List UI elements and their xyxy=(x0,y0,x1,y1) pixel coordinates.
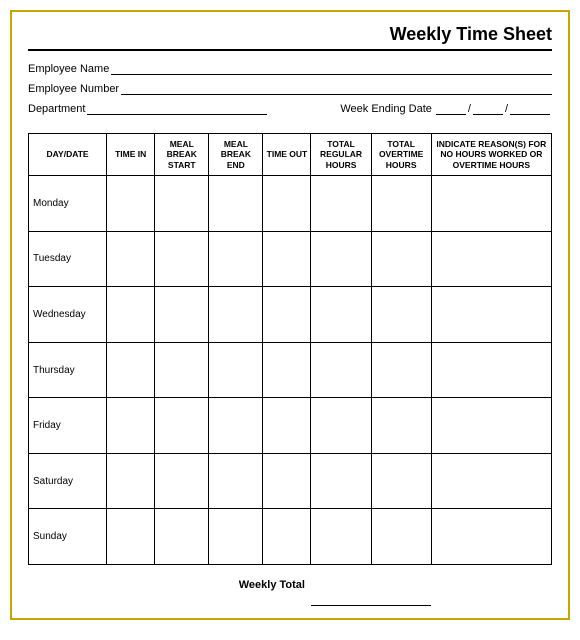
employee-number-label: Employee Number xyxy=(28,83,119,95)
data-cell[interactable] xyxy=(311,398,371,454)
data-cell[interactable] xyxy=(107,509,155,565)
table-row: Saturday xyxy=(29,453,552,509)
title-divider xyxy=(28,49,552,51)
data-cell[interactable] xyxy=(371,342,431,398)
date-separator-2: / xyxy=(505,103,508,115)
table-header-row: DAY/DATE TIME IN MEAL BREAK START MEAL B… xyxy=(29,134,552,176)
data-cell[interactable] xyxy=(311,287,371,343)
data-cell[interactable] xyxy=(311,509,371,565)
table-row: Monday xyxy=(29,176,552,232)
header-time-in: TIME IN xyxy=(107,134,155,176)
data-cell[interactable] xyxy=(209,231,263,287)
weekly-total-regular[interactable] xyxy=(311,565,371,606)
data-cell[interactable] xyxy=(263,453,311,509)
data-cell[interactable] xyxy=(209,342,263,398)
data-cell[interactable] xyxy=(155,509,209,565)
data-cell[interactable] xyxy=(209,509,263,565)
data-cell[interactable] xyxy=(371,398,431,454)
data-cell[interactable] xyxy=(311,453,371,509)
weekly-total-label: Weekly Total xyxy=(29,565,311,606)
data-cell[interactable] xyxy=(431,176,551,232)
data-cell[interactable] xyxy=(107,231,155,287)
page-container: Weekly Time Sheet Employee Name Employee… xyxy=(10,10,570,620)
title-section: Weekly Time Sheet xyxy=(28,24,552,45)
form-fields: Employee Name Employee Number Department… xyxy=(28,61,552,121)
table-row: Tuesday xyxy=(29,231,552,287)
data-cell[interactable] xyxy=(263,342,311,398)
data-cell[interactable] xyxy=(263,287,311,343)
data-cell[interactable] xyxy=(107,342,155,398)
header-regular-hours: TOTAL REGULAR HOURS xyxy=(311,134,371,176)
day-label: Sunday xyxy=(29,509,107,565)
data-cell[interactable] xyxy=(155,453,209,509)
data-cell[interactable] xyxy=(263,176,311,232)
data-cell[interactable] xyxy=(155,176,209,232)
week-ending-day[interactable] xyxy=(473,101,503,115)
data-cell[interactable] xyxy=(263,231,311,287)
data-cell[interactable] xyxy=(107,398,155,454)
data-cell[interactable] xyxy=(311,342,371,398)
data-cell[interactable] xyxy=(155,398,209,454)
data-cell[interactable] xyxy=(431,231,551,287)
header-day: DAY/DATE xyxy=(29,134,107,176)
employee-number-row: Employee Number xyxy=(28,81,552,95)
day-label: Saturday xyxy=(29,453,107,509)
data-cell[interactable] xyxy=(431,509,551,565)
day-label: Wednesday xyxy=(29,287,107,343)
employee-name-input[interactable] xyxy=(111,61,552,75)
data-cell[interactable] xyxy=(209,453,263,509)
data-cell[interactable] xyxy=(107,176,155,232)
week-ending-year[interactable] xyxy=(510,101,550,115)
header-time-out: TIME OUT xyxy=(263,134,311,176)
data-cell[interactable] xyxy=(371,231,431,287)
data-cell[interactable] xyxy=(263,509,311,565)
data-cell[interactable] xyxy=(371,287,431,343)
data-cell[interactable] xyxy=(371,509,431,565)
data-cell[interactable] xyxy=(263,398,311,454)
week-ending-label: Week Ending Date xyxy=(340,103,432,115)
department-row: Department Week Ending Date / / xyxy=(28,101,552,115)
table-row: Friday xyxy=(29,398,552,454)
data-cell[interactable] xyxy=(431,398,551,454)
table-row: Sunday xyxy=(29,509,552,565)
day-label: Friday xyxy=(29,398,107,454)
data-cell[interactable] xyxy=(311,176,371,232)
data-cell[interactable] xyxy=(431,453,551,509)
employee-name-label: Employee Name xyxy=(28,63,109,75)
data-cell[interactable] xyxy=(431,342,551,398)
day-label: Thursday xyxy=(29,342,107,398)
data-cell[interactable] xyxy=(155,287,209,343)
weekly-total-empty xyxy=(431,565,551,606)
data-cell[interactable] xyxy=(371,453,431,509)
department-label: Department xyxy=(28,103,85,115)
employee-name-row: Employee Name xyxy=(28,61,552,75)
department-input[interactable] xyxy=(87,101,267,115)
weekly-total-overtime[interactable] xyxy=(371,565,431,606)
data-cell[interactable] xyxy=(431,287,551,343)
timesheet-table: DAY/DATE TIME IN MEAL BREAK START MEAL B… xyxy=(28,133,552,606)
day-label: Monday xyxy=(29,176,107,232)
data-cell[interactable] xyxy=(209,176,263,232)
data-cell[interactable] xyxy=(107,287,155,343)
week-ending-month[interactable] xyxy=(436,101,466,115)
data-cell[interactable] xyxy=(209,398,263,454)
data-cell[interactable] xyxy=(107,453,155,509)
header-meal-break-start: MEAL BREAK START xyxy=(155,134,209,176)
data-cell[interactable] xyxy=(209,287,263,343)
header-overtime-hours: TOTAL OVERTIME HOURS xyxy=(371,134,431,176)
date-separator-1: / xyxy=(468,103,471,115)
data-cell[interactable] xyxy=(155,231,209,287)
table-row: Thursday xyxy=(29,342,552,398)
header-meal-break-end: MEAL BREAK END xyxy=(209,134,263,176)
data-cell[interactable] xyxy=(311,231,371,287)
data-cell[interactable] xyxy=(371,176,431,232)
table-row: Wednesday xyxy=(29,287,552,343)
header-reason: INDICATE REASON(S) FOR NO HOURS WORKED O… xyxy=(431,134,551,176)
weekly-total-row: Weekly Total xyxy=(29,565,552,606)
employee-number-input[interactable] xyxy=(121,81,552,95)
day-label: Tuesday xyxy=(29,231,107,287)
page-title: Weekly Time Sheet xyxy=(390,24,552,45)
data-cell[interactable] xyxy=(155,342,209,398)
